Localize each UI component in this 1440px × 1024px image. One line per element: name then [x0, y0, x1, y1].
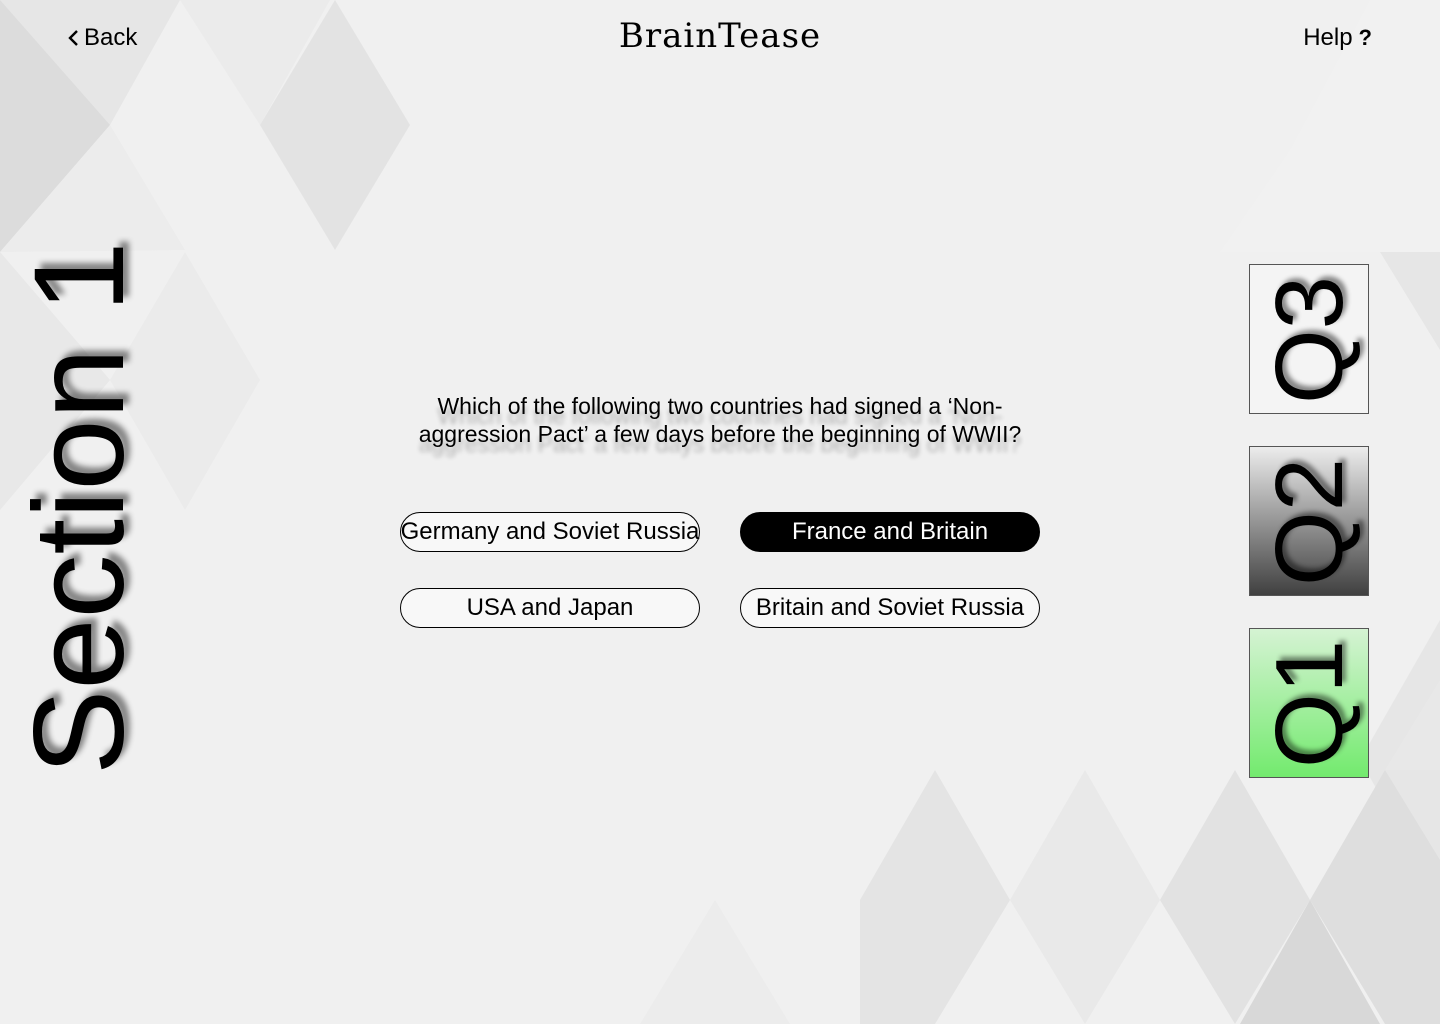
question-tile-label: Q2: [1256, 457, 1363, 587]
question-mark-icon: ?: [1358, 25, 1372, 50]
answer-option-selected[interactable]: France and Britain: [740, 512, 1040, 552]
help-label: Help: [1303, 24, 1353, 51]
answer-option[interactable]: USA and Japan: [400, 588, 700, 628]
question-tile-label: Q1: [1256, 639, 1363, 769]
question-tile-q2[interactable]: Q2: [1249, 446, 1369, 596]
question-navigator: Q3 Q2 Q1: [1249, 264, 1369, 778]
top-navigation: Back BrainTease Help ?: [0, 0, 1440, 80]
app-title: BrainTease: [618, 16, 822, 56]
help-button[interactable]: Help ?: [1303, 22, 1372, 54]
answer-option[interactable]: Britain and Soviet Russia: [740, 588, 1040, 628]
question-tile-q1[interactable]: Q1: [1249, 628, 1369, 778]
question-text: Which of the following two countries had…: [418, 393, 1022, 447]
question-tile-label: Q3: [1256, 275, 1363, 405]
question-tile-q3[interactable]: Q3: [1249, 264, 1369, 414]
answer-options: Germany and Soviet Russia France and Bri…: [400, 512, 1040, 628]
section-title: Section 1: [8, 241, 151, 775]
answer-option[interactable]: Germany and Soviet Russia: [400, 512, 700, 552]
